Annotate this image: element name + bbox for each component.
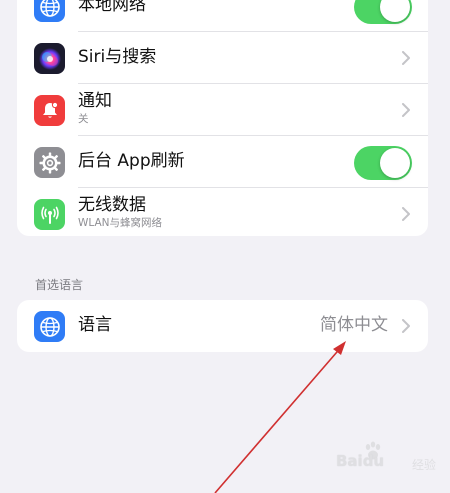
toggle-knob	[380, 0, 410, 22]
baidu-watermark: Baidu 经验	[336, 440, 436, 480]
row-notifications[interactable]: 通知 关	[17, 84, 428, 136]
background-refresh-toggle[interactable]	[354, 146, 412, 180]
chevron-right-icon	[402, 319, 410, 333]
row-language[interactable]: 语言 简体中文	[17, 300, 428, 352]
chevron-right-icon	[402, 51, 410, 65]
row-siri-search[interactable]: Siri与搜索	[17, 32, 428, 84]
settings-group: 本地网络 Siri与搜索 通知 关 后台 App刷新 无线数据 WLAN与蜂窝网…	[17, 0, 428, 236]
row-label: 语言	[78, 315, 112, 335]
globe-icon	[34, 311, 65, 342]
row-label: 无线数据	[78, 195, 146, 215]
antenna-icon	[34, 199, 65, 230]
row-label: Siri与搜索	[78, 47, 157, 67]
row-sublabel: 关	[78, 113, 89, 125]
siri-icon	[34, 43, 65, 74]
globe-icon	[34, 0, 65, 22]
language-value: 简体中文	[320, 315, 388, 335]
section-header-preferred-language: 首选语言	[35, 278, 84, 292]
toggle-knob	[380, 148, 410, 178]
row-background-app-refresh[interactable]: 后台 App刷新	[17, 136, 428, 188]
row-wireless-data[interactable]: 无线数据 WLAN与蜂窝网络	[17, 188, 428, 236]
watermark-text: 经验	[411, 458, 436, 472]
watermark-brand: Baidu	[336, 452, 385, 470]
language-group: 语言 简体中文	[17, 300, 428, 352]
bell-icon	[34, 95, 65, 126]
local-network-toggle[interactable]	[354, 0, 412, 24]
row-sublabel: WLAN与蜂窝网络	[78, 217, 163, 229]
chevron-right-icon	[402, 103, 410, 117]
row-label: 本地网络	[78, 0, 146, 15]
row-local-network[interactable]: 本地网络	[17, 0, 428, 32]
row-label: 通知	[78, 91, 112, 111]
gear-icon	[34, 147, 65, 178]
chevron-right-icon	[402, 207, 410, 221]
row-label: 后台 App刷新	[78, 151, 185, 171]
